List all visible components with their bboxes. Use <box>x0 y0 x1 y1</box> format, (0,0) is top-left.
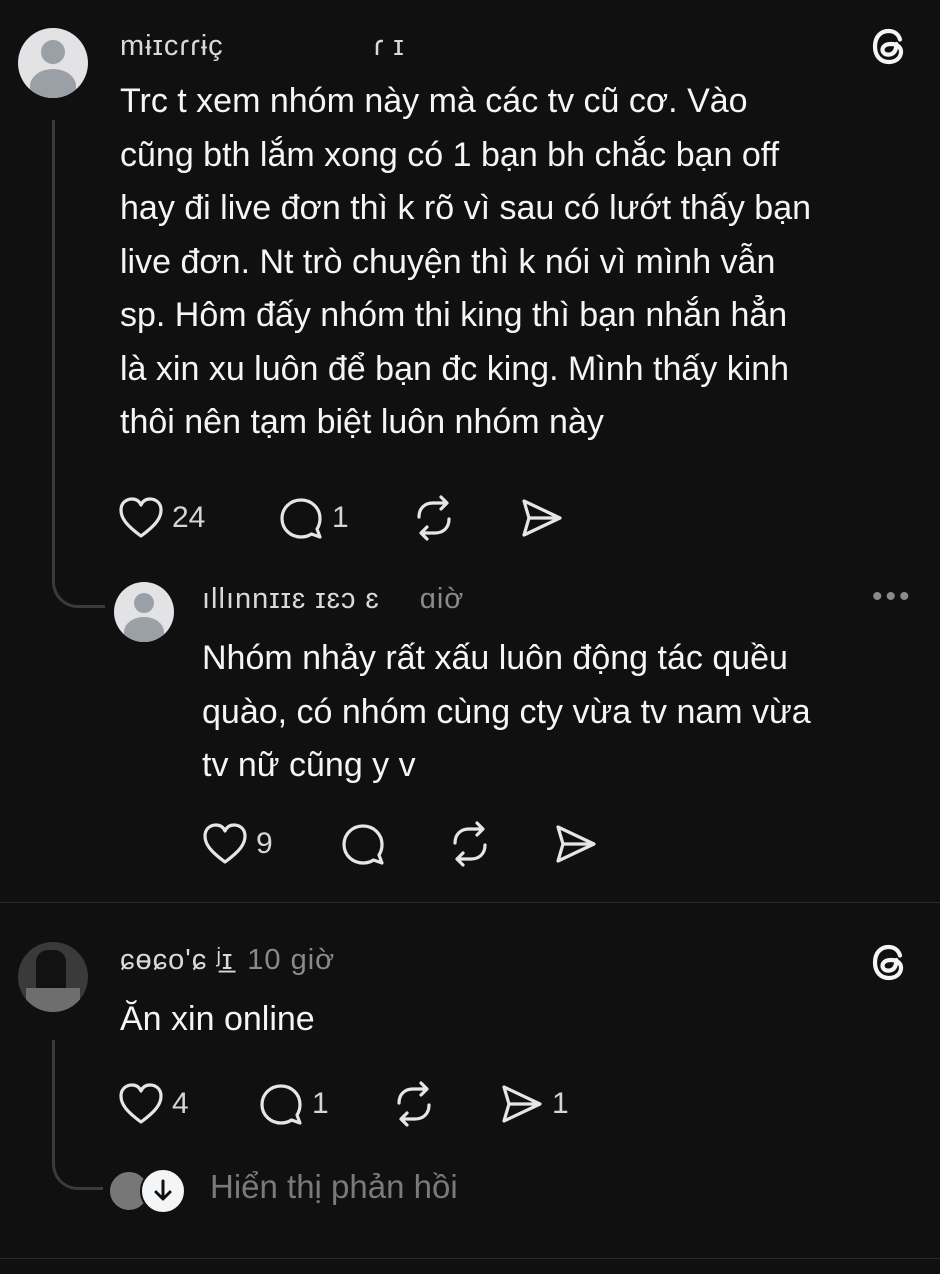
repost-button[interactable] <box>410 494 458 542</box>
thread-line-curve <box>52 1145 103 1190</box>
send-icon <box>556 825 596 863</box>
thread-line <box>52 120 55 565</box>
post-timestamp: 10 giờ <box>247 944 336 976</box>
heart-icon <box>119 497 163 538</box>
avatar[interactable] <box>114 582 174 642</box>
share-button[interactable] <box>518 496 564 540</box>
avatar[interactable] <box>18 28 88 98</box>
reply-text-line: Nhóm nhảy rất xấu luôn động tác quều <box>202 639 788 677</box>
comment-icon <box>342 824 384 865</box>
repost-icon <box>453 821 487 867</box>
heart-icon <box>203 823 247 864</box>
heart-icon <box>119 1083 163 1124</box>
comment-icon <box>260 1084 302 1125</box>
expand-replies-icon[interactable] <box>140 1168 186 1214</box>
threads-logo-icon <box>872 944 904 981</box>
post-username[interactable]: mɨɪcɾɾɨç ɾ ɪ <box>120 30 405 63</box>
reply-count: 1 <box>332 501 349 534</box>
post-text-line: live đơn. Nt trò chuyện thì k nói vì mìn… <box>120 243 776 281</box>
comment-icon <box>280 498 322 539</box>
repost-icon <box>417 495 451 541</box>
share-button[interactable] <box>552 822 598 866</box>
reply-button[interactable]: 1 <box>278 496 349 540</box>
post-text-line: sp. Hôm đấy nhóm thi king thì bạn nhắn h… <box>120 296 788 334</box>
reply-timestamp: ɑiờ <box>419 583 465 615</box>
post-text-line: là xin xu luôn để bạn đc king. Mình thấy… <box>120 350 790 388</box>
post-text-line: hay đi live đơn thì k rõ vì sau có lướt … <box>120 189 812 227</box>
thread-line-curve <box>52 560 105 608</box>
like-count: 4 <box>172 1087 189 1120</box>
threads-logo-icon <box>872 28 904 65</box>
share-count: 1 <box>552 1087 569 1120</box>
reply-count: 1 <box>312 1087 329 1120</box>
share-button[interactable]: 1 <box>498 1082 569 1126</box>
repost-button[interactable] <box>390 1080 438 1128</box>
send-icon <box>522 499 562 537</box>
reply-text-line: tv nữ cũng y v <box>202 746 416 784</box>
show-replies-link[interactable]: Hiển thị phản hồi <box>210 1168 458 1206</box>
reply-text-line: quào, có nhóm cùng cty vừa tv nam vừa <box>202 693 811 731</box>
like-button[interactable]: 24 <box>118 496 205 540</box>
post-username[interactable]: ɕɵɕo'ɕ ʲɪ̲ 10 giờ <box>120 944 335 977</box>
like-button[interactable]: 9 <box>202 822 273 866</box>
post-text: Ăn xin online <box>120 1000 315 1038</box>
send-icon <box>502 1085 542 1123</box>
repost-button[interactable] <box>446 820 494 868</box>
like-button[interactable]: 4 <box>118 1082 189 1126</box>
post-text-line: Trc t xem nhóm này mà các tv cũ cơ. Vào <box>120 82 748 120</box>
like-count: 9 <box>256 827 273 860</box>
more-options-button[interactable]: ••• <box>872 580 913 614</box>
divider <box>0 1258 940 1259</box>
post-text-line: thôi nên tạm biệt luôn nhóm này <box>120 403 604 441</box>
divider <box>0 902 940 903</box>
avatar[interactable] <box>18 942 88 1012</box>
repost-icon <box>397 1081 431 1127</box>
reply-button[interactable] <box>340 822 386 866</box>
reply-button[interactable]: 1 <box>258 1082 329 1126</box>
thread-line <box>52 1040 55 1150</box>
reply-username[interactable]: ıllınnɪɪɛ ɪɛɔ ɛ ɑiờ <box>202 583 464 616</box>
like-count: 24 <box>172 501 206 534</box>
post-text-line: cũng bth lắm xong có 1 bạn bh chắc bạn o… <box>120 136 780 174</box>
